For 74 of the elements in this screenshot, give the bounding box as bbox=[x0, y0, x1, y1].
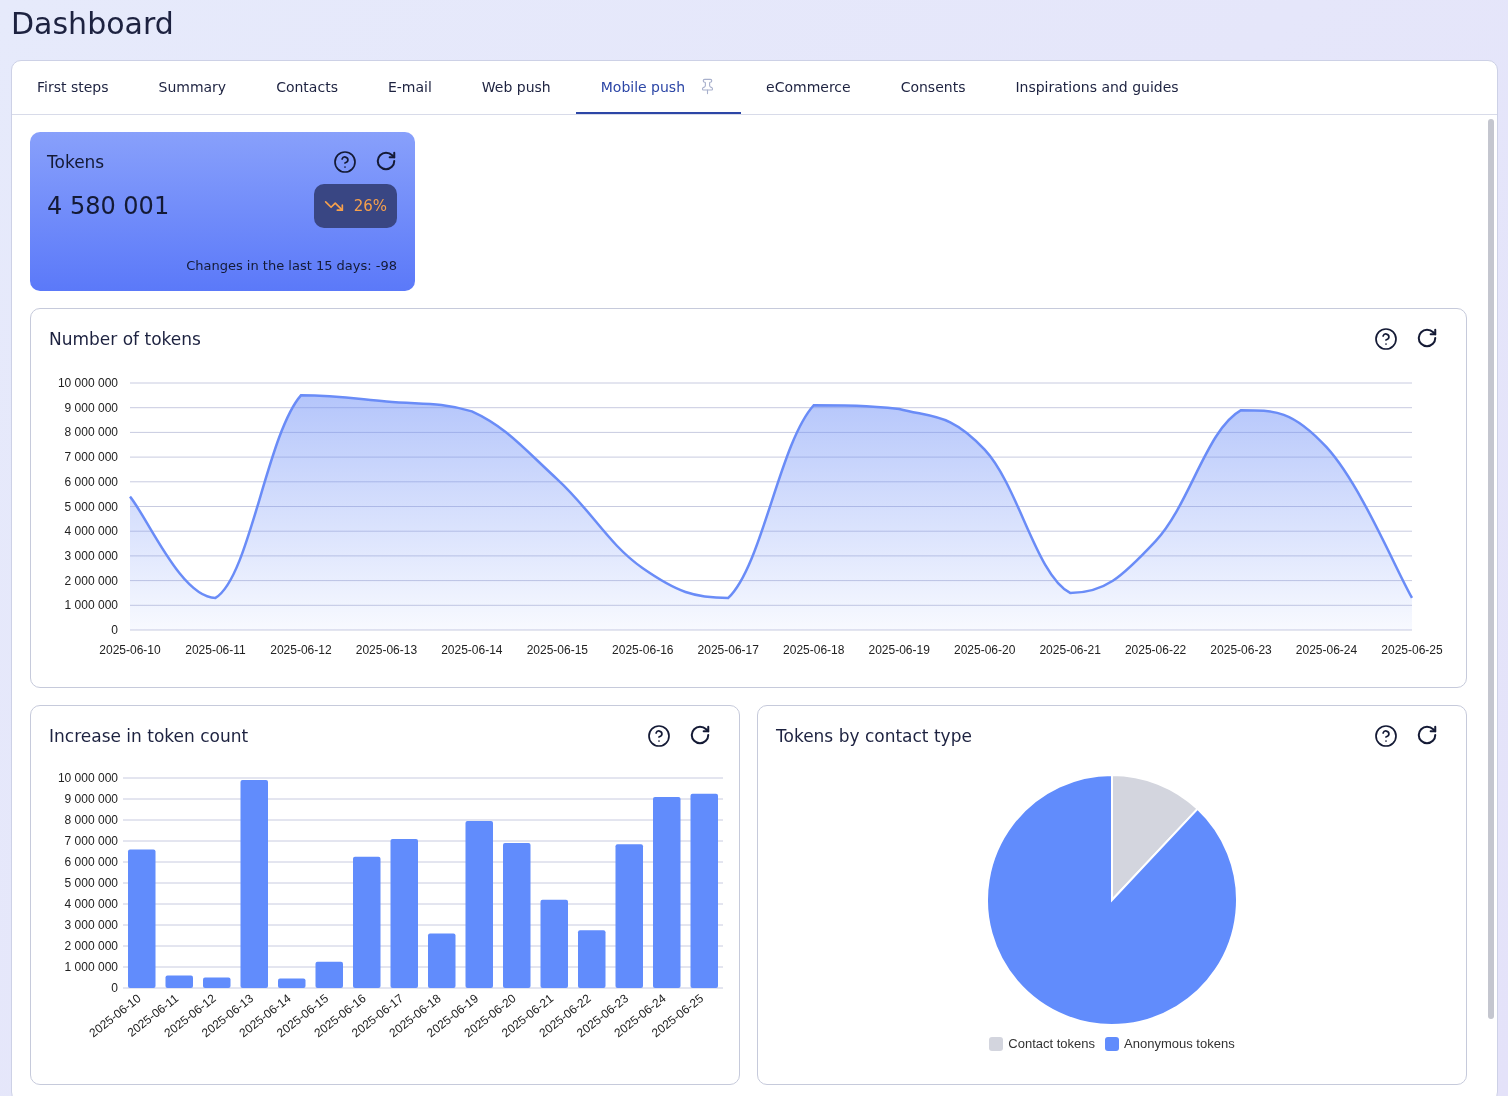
tab[interactable]: First steps bbox=[12, 61, 134, 114]
tab[interactable]: Web push bbox=[456, 61, 576, 114]
legend-swatch bbox=[989, 1036, 1004, 1051]
axis-label: 2025-06-18 bbox=[783, 643, 845, 657]
axis-label: 6 000 000 bbox=[64, 474, 118, 489]
bar bbox=[165, 975, 193, 988]
trend-badge: 26% bbox=[313, 184, 397, 228]
axis-label: 4 000 000 bbox=[64, 897, 118, 911]
axis-label: 6 000 000 bbox=[64, 855, 118, 869]
bar bbox=[278, 978, 306, 988]
axis-label: 2025-06-24 bbox=[1295, 643, 1358, 657]
tab[interactable]: eCommerce bbox=[741, 61, 876, 114]
axis-label: 8 000 000 bbox=[64, 813, 118, 827]
axis-label: 2025-06-15 bbox=[526, 643, 589, 657]
axis-label: 2025-06-12 bbox=[270, 643, 332, 657]
axis-label: 9 000 000 bbox=[64, 792, 118, 806]
kpi-title: Tokens bbox=[47, 152, 105, 172]
axis-label: 3 000 000 bbox=[64, 918, 118, 932]
axis-label: 7 000 000 bbox=[64, 450, 118, 465]
axis-label: 2025-06-11 bbox=[185, 643, 246, 657]
help-icon[interactable] bbox=[1374, 327, 1398, 351]
axis-label: 2025-06-20 bbox=[953, 643, 1016, 657]
refresh-icon[interactable] bbox=[1416, 327, 1438, 349]
help-icon[interactable] bbox=[333, 150, 357, 174]
axis-label: 2025-06-22 bbox=[1124, 643, 1187, 657]
tab[interactable]: Contacts bbox=[251, 61, 363, 114]
axis-label: 2025-06-13 bbox=[355, 643, 418, 657]
legend-swatch bbox=[1105, 1036, 1120, 1051]
axis-label: 10 000 000 bbox=[57, 376, 118, 390]
scrollbar[interactable] bbox=[1488, 119, 1494, 1019]
axis-label: 0 bbox=[111, 623, 118, 637]
legend-item[interactable]: Contact tokens bbox=[989, 1036, 1096, 1051]
tab[interactable]: Mobile push bbox=[575, 61, 742, 114]
axis-label: 2025-06-17 bbox=[697, 643, 759, 657]
axis-label: 2025-06-23 bbox=[1210, 643, 1272, 657]
axis-label: 10 000 000 bbox=[57, 771, 118, 785]
axis-label: 2025-06-10 bbox=[99, 643, 161, 657]
axis-label: 2025-06-21 bbox=[1039, 643, 1101, 657]
bar bbox=[428, 933, 456, 988]
help-icon[interactable] bbox=[647, 724, 671, 748]
axis-label: 1 000 000 bbox=[64, 598, 118, 613]
legend-item[interactable]: Anonymous tokens bbox=[1105, 1036, 1235, 1051]
card-title: Tokens by contact type bbox=[776, 726, 972, 746]
tab[interactable]: E-mail bbox=[362, 61, 457, 114]
axis-label: 0 bbox=[111, 981, 118, 995]
refresh-icon[interactable] bbox=[1416, 724, 1438, 746]
axis-label: 8 000 000 bbox=[64, 425, 118, 440]
axis-label: 2 000 000 bbox=[64, 939, 118, 953]
axis-label: 4 000 000 bbox=[64, 524, 118, 539]
axis-label: 2025-06-14 bbox=[441, 643, 503, 657]
axis-label: 2 000 000 bbox=[64, 573, 118, 588]
help-icon[interactable] bbox=[1374, 724, 1398, 748]
axis-label: 5 000 000 bbox=[64, 876, 118, 890]
refresh-icon[interactable] bbox=[375, 150, 397, 172]
kpi-note: Changes in the last 15 days: -98 bbox=[186, 258, 397, 273]
tab[interactable]: Consents bbox=[875, 61, 991, 114]
card-title: Number of tokens bbox=[49, 329, 201, 349]
card-title: Increase in token count bbox=[49, 726, 249, 746]
axis-label: 7 000 000 bbox=[64, 834, 118, 848]
axis-label: 3 000 000 bbox=[64, 548, 118, 563]
tab[interactable]: Summary bbox=[133, 61, 252, 114]
axis-label: 9 000 000 bbox=[64, 400, 118, 415]
refresh-icon[interactable] bbox=[689, 724, 711, 746]
page-title: Dashboard bbox=[11, 5, 175, 43]
bar bbox=[203, 977, 231, 988]
tab[interactable]: Inspirations and guides bbox=[990, 61, 1204, 114]
axis-label: 5 000 000 bbox=[64, 499, 118, 514]
axis-label: 2025-06-16 bbox=[612, 643, 674, 657]
kpi-value: 4 580 001 bbox=[47, 192, 170, 220]
bar bbox=[315, 961, 343, 988]
bar bbox=[578, 930, 606, 988]
axis-label: 2025-06-19 bbox=[868, 643, 930, 657]
axis-label: 1 000 000 bbox=[64, 960, 118, 974]
axis-label: 2025-06-25 bbox=[1381, 643, 1443, 657]
